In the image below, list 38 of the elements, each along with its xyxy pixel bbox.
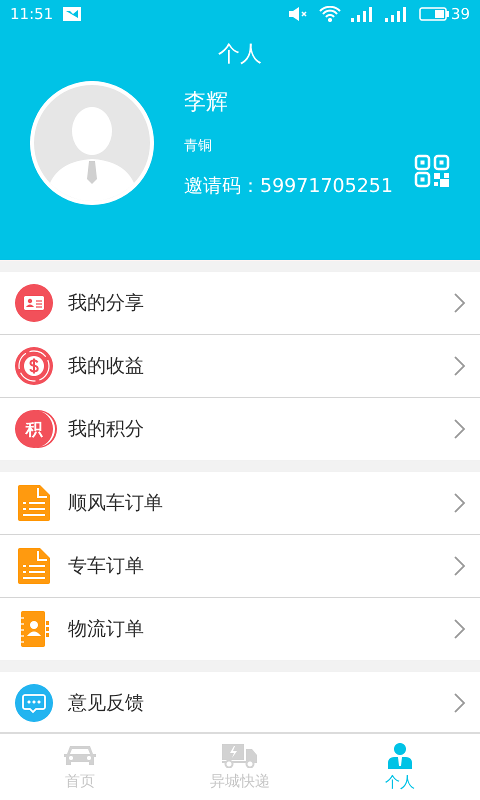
chevron-right-icon [454, 419, 466, 439]
id-card-icon [15, 284, 53, 322]
car-icon [64, 744, 96, 768]
address-book-icon [18, 611, 50, 647]
document-list-icon [18, 485, 50, 521]
avatar-icon [34, 85, 150, 201]
chevron-right-icon [454, 356, 466, 376]
member-level: 青铜 [184, 137, 213, 155]
dollar-coin-icon [15, 347, 53, 385]
menu-item[interactable]: 顺风车订单 [0, 472, 480, 534]
signal-icon [384, 6, 409, 22]
menu-item[interactable]: 积 我的积分 [0, 398, 480, 460]
document-list-icon [18, 548, 50, 584]
battery-icon [418, 7, 449, 21]
signal-icon [350, 6, 375, 22]
chevron-right-icon [454, 293, 466, 313]
truck-icon [222, 744, 258, 768]
chat-bubble-icon [15, 684, 53, 722]
chevron-right-icon [454, 556, 466, 576]
menu-item[interactable]: 专车订单 [0, 535, 480, 597]
menu-item[interactable]: 我的收益 [0, 335, 480, 397]
chevron-right-icon [454, 493, 466, 513]
clock: 11:51 [10, 5, 54, 23]
menu-item[interactable]: 我的分享 [0, 272, 480, 334]
wifi-icon [318, 6, 341, 22]
mute-icon [288, 7, 309, 21]
chevron-right-icon [454, 693, 466, 713]
chevron-right-icon [454, 619, 466, 639]
qr-code-icon[interactable] [414, 154, 452, 188]
battery-level: 39 [450, 5, 470, 23]
menu-item[interactable]: 物流订单 [0, 598, 480, 660]
page-title: 个人 [218, 42, 262, 67]
image-icon [63, 7, 82, 21]
points-icon: 积 [15, 410, 53, 448]
person-icon [387, 742, 413, 768]
invite-code: 邀请码：59971705251 [184, 174, 394, 199]
menu-item[interactable]: 意见反馈 [0, 672, 480, 732]
user-name: 李辉 [184, 89, 229, 117]
